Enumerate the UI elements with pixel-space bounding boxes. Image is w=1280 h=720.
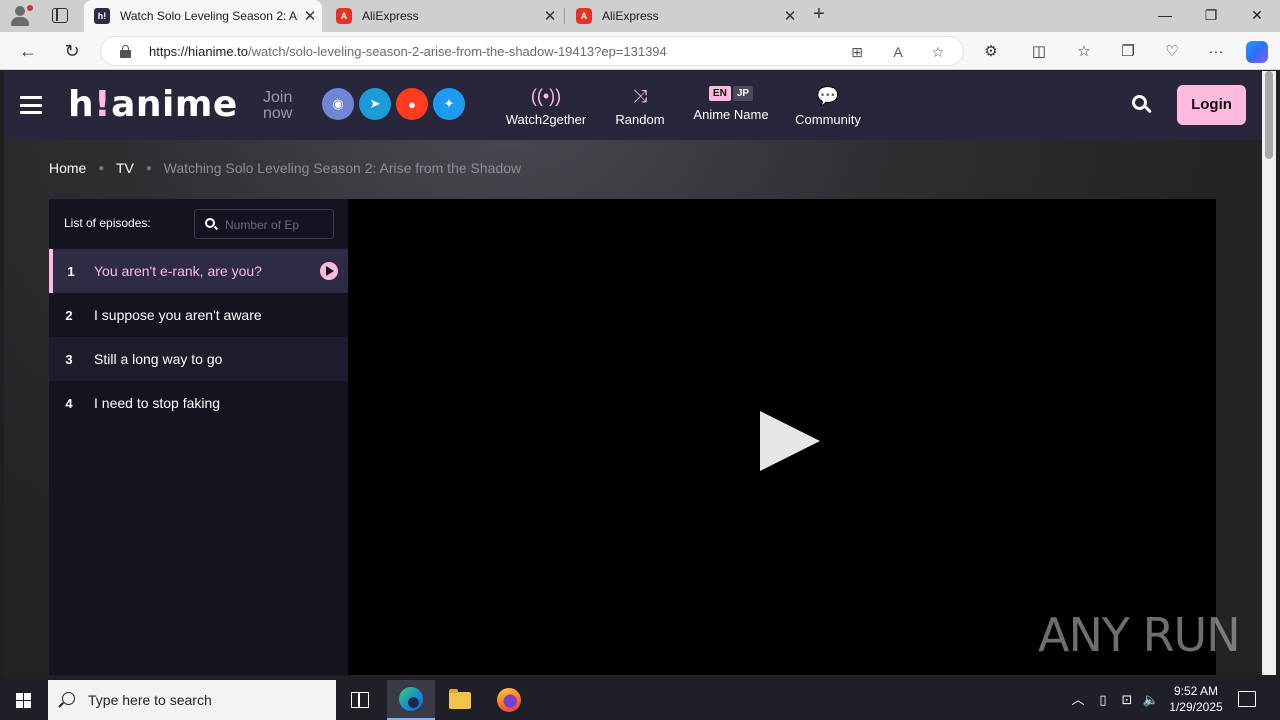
play-icon	[320, 262, 338, 280]
app-available-icon[interactable]: ⊞	[847, 42, 867, 62]
more-menu-icon[interactable]: ···	[1205, 41, 1227, 63]
search-icon	[205, 218, 215, 228]
site-header: h!anime Join now ◉ ➤ ● ✦ ((•)) Watch2get…	[4, 71, 1262, 140]
search-icon[interactable]	[1130, 93, 1154, 117]
clock-date: 1/29/2025	[1169, 700, 1223, 714]
taskbar-search-text: Type here to search	[88, 692, 212, 708]
episode-list: List of episodes: 1 You aren't e-rank, a…	[49, 199, 348, 675]
favorite-star-icon[interactable]: ☆	[928, 42, 948, 62]
split-screen-icon[interactable]: ◫	[1028, 41, 1050, 63]
aliexpress-favicon: A	[576, 8, 592, 24]
breadcrumb-home[interactable]: Home	[49, 160, 86, 176]
breadcrumb-current: Watching Solo Leveling Season 2: Arise f…	[163, 160, 522, 176]
task-view-button[interactable]	[336, 680, 384, 720]
taskbar: Type here to search ︿ ▯ ⊡ 🔈 9:52 AM 1/29…	[0, 680, 1280, 720]
windows-icon	[16, 693, 31, 708]
episode-item[interactable]: 4 I need to stop faking	[49, 381, 348, 425]
edge-taskbar-button[interactable]	[387, 680, 435, 720]
episode-search[interactable]	[194, 209, 334, 239]
tab-title: AliExpress	[602, 9, 659, 23]
browser-tab-strip: h! Watch Solo Leveling Season 2: Ar ✕ A …	[0, 0, 1280, 32]
read-aloud-icon[interactable]: A	[888, 42, 908, 62]
hianime-favicon: h!	[94, 8, 110, 24]
network-icon[interactable]: ⊡	[1117, 680, 1137, 720]
extensions-icon[interactable]: ⚙	[980, 41, 1002, 63]
tab-title: AliExpress	[362, 9, 419, 23]
volume-icon[interactable]: 🔈	[1140, 680, 1162, 720]
language-toggle[interactable]: EN JP	[686, 86, 776, 101]
notification-icon[interactable]	[1238, 691, 1256, 707]
close-window-icon[interactable]: ✕	[1234, 0, 1280, 32]
folder-icon	[449, 688, 471, 709]
restore-icon[interactable]: ❐	[1188, 0, 1234, 32]
nav-community[interactable]: 💬 Community	[790, 84, 866, 127]
episode-item[interactable]: 3 Still a long way to go	[49, 337, 348, 381]
tab-title: Watch Solo Leveling Season 2: Ar	[120, 9, 298, 23]
chat-icon: 💬	[816, 86, 840, 106]
lock-icon[interactable]	[120, 45, 131, 58]
copilot-icon[interactable]	[1246, 41, 1268, 63]
reddit-icon[interactable]: ●	[396, 88, 428, 120]
battery-icon[interactable]: ▯	[1093, 680, 1113, 720]
video-player[interactable]	[348, 199, 1216, 675]
collections-icon[interactable]: ❐	[1117, 41, 1139, 63]
aliexpress-favicon: A	[336, 8, 352, 24]
discord-icon[interactable]: ◉	[322, 88, 354, 120]
firefox-button[interactable]	[485, 680, 533, 720]
taskbar-search[interactable]: Type here to search	[48, 680, 336, 720]
nav-random[interactable]: ⤨ Random	[610, 84, 670, 127]
twitter-icon[interactable]: ✦	[433, 88, 465, 120]
task-view-icon	[351, 692, 369, 708]
web-page: h!anime Join now ◉ ➤ ● ✦ ((•)) Watch2get…	[4, 71, 1262, 675]
episode-item[interactable]: 1 You aren't e-rank, are you?	[49, 249, 348, 293]
start-button[interactable]	[0, 680, 48, 720]
episode-search-input[interactable]	[225, 216, 329, 234]
close-tab-icon[interactable]: ✕	[298, 7, 322, 25]
clock-time: 9:52 AM	[1173, 684, 1219, 698]
minimize-icon[interactable]: —	[1142, 0, 1188, 32]
chevron-up-icon[interactable]: ︿	[1068, 680, 1088, 720]
telegram-icon[interactable]: ➤	[359, 88, 391, 120]
file-explorer-button[interactable]	[436, 680, 484, 720]
url-field[interactable]: https://hianime.to/watch/solo-leveling-s…	[100, 36, 964, 66]
refresh-icon[interactable]: ↻	[59, 39, 85, 63]
login-button[interactable]: Login	[1177, 85, 1246, 125]
tab-aliexpress-2[interactable]: A AliExpress ✕	[566, 0, 802, 32]
edge-icon	[399, 687, 423, 711]
page-scrollbar[interactable]	[1262, 71, 1276, 675]
episode-list-header: List of episodes:	[49, 199, 348, 249]
tab-hianime[interactable]: h! Watch Solo Leveling Season 2: Ar ✕	[84, 0, 322, 32]
play-icon[interactable]	[760, 411, 820, 471]
nav-anime-name[interactable]: EN JP Anime Name	[686, 84, 776, 122]
profile-icon[interactable]	[8, 5, 33, 27]
breadcrumb: Home ● TV ● Watching Solo Leveling Seaso…	[49, 160, 522, 176]
new-tab-icon[interactable]: +	[808, 4, 830, 26]
back-icon[interactable]: ←	[15, 39, 41, 63]
shuffle-icon: ⤨	[632, 86, 648, 106]
scrollbar-thumb[interactable]	[1265, 71, 1273, 159]
site-logo[interactable]: h!anime	[68, 84, 238, 125]
search-icon	[62, 692, 75, 705]
close-tab-icon[interactable]: ✕	[778, 7, 802, 25]
favorites-icon[interactable]: ☆	[1073, 41, 1095, 63]
episode-list-label: List of episodes:	[64, 216, 151, 230]
episode-item[interactable]: 2 I suppose you aren't aware	[49, 293, 348, 337]
clock[interactable]: 9:52 AM 1/29/2025	[1160, 683, 1232, 715]
nav-watch2gether[interactable]: ((•)) Watch2gether	[500, 84, 592, 127]
breadcrumb-tv[interactable]: TV	[116, 160, 134, 176]
tab-actions-icon[interactable]	[52, 8, 68, 23]
join-now-text: Join now	[263, 89, 293, 122]
url-text: https://hianime.to/watch/solo-leveling-s…	[149, 44, 667, 59]
broadcast-icon: ((•))	[530, 86, 562, 106]
menu-icon[interactable]	[20, 96, 42, 114]
firefox-icon	[497, 688, 521, 712]
tab-aliexpress-1[interactable]: A AliExpress ✕	[326, 0, 565, 32]
close-tab-icon[interactable]: ✕	[538, 7, 562, 25]
browser-essentials-icon[interactable]: ♡	[1161, 41, 1183, 63]
anyrun-watermark: ANY RUN	[1038, 608, 1241, 662]
